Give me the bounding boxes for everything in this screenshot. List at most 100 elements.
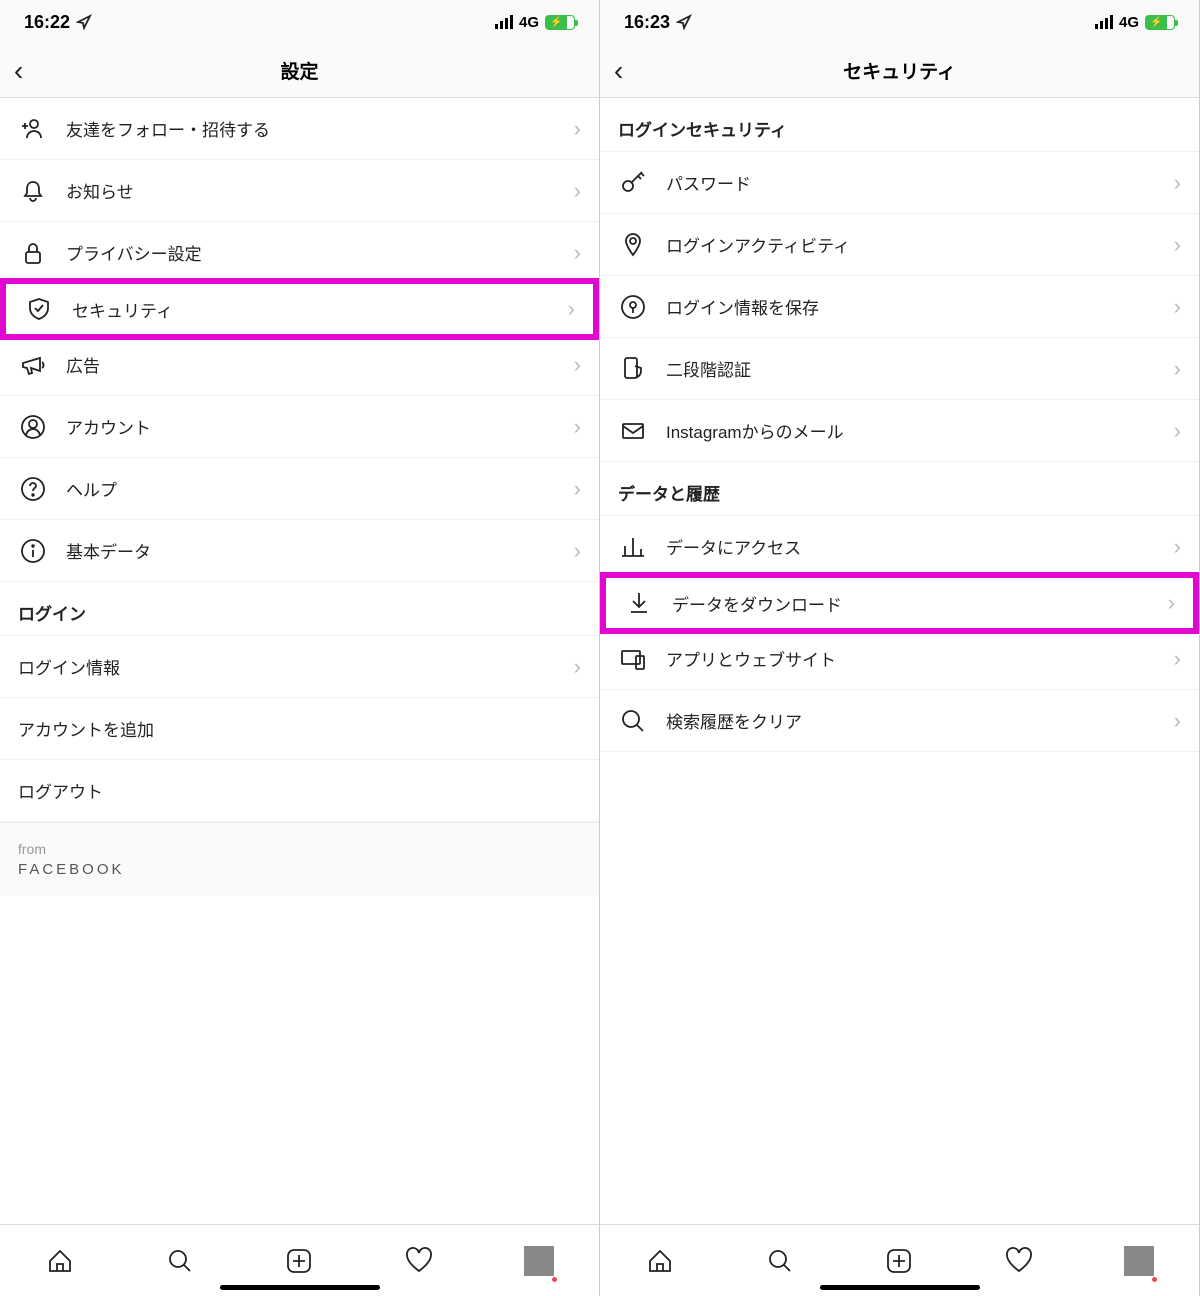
search-tab[interactable] <box>765 1246 795 1276</box>
apps-websites-row[interactable]: アプリとウェブサイト › <box>600 628 1199 690</box>
login-info-row[interactable]: ログイン情報 › <box>0 636 599 698</box>
back-button[interactable]: ‹ <box>14 55 23 87</box>
two-factor-row[interactable]: 二段階認証 › <box>600 338 1199 400</box>
mail-icon <box>618 416 648 446</box>
status-time: 16:22 <box>24 12 70 33</box>
ads-row[interactable]: 広告 › <box>0 334 599 396</box>
chevron-right-icon: › <box>574 538 581 564</box>
row-label: アカウントを追加 <box>18 716 581 741</box>
row-label: ログインアクティビティ <box>666 232 1174 257</box>
status-bar: 16:22 4G ⚡ <box>0 0 599 44</box>
phone-shield-icon <box>618 354 648 384</box>
home-indicator[interactable] <box>220 1285 380 1290</box>
row-label: お知らせ <box>66 178 574 203</box>
facebook-brand: FACEBOOK <box>18 861 581 878</box>
row-label: 検索履歴をクリア <box>666 708 1174 733</box>
from-facebook: from FACEBOOK <box>0 822 599 896</box>
password-row[interactable]: パスワード › <box>600 152 1199 214</box>
bars-icon <box>618 532 648 562</box>
login-security-header: ログインセキュリティ <box>600 98 1199 152</box>
chevron-right-icon: › <box>574 116 581 142</box>
info-icon <box>18 536 48 566</box>
page-title: 設定 <box>280 57 318 84</box>
from-label: from <box>18 841 581 857</box>
chevron-right-icon: › <box>1174 170 1181 196</box>
nav-header: ‹ 設定 <box>0 44 599 98</box>
chevron-right-icon: › <box>574 414 581 440</box>
download-icon <box>624 588 654 618</box>
row-label: Instagramからのメール <box>666 418 1174 443</box>
settings-list[interactable]: 友達をフォロー・招待する › お知らせ › プライバシー設定 › セキュリティ … <box>0 98 599 1224</box>
home-indicator[interactable] <box>820 1285 980 1290</box>
clear-search-row[interactable]: 検索履歴をクリア › <box>600 690 1199 752</box>
battery-icon: ⚡ <box>545 15 575 30</box>
row-label: データをダウンロード <box>672 591 1168 616</box>
security-screen: 16:23 4G ⚡ ‹ セキュリティ ログインセキュリティ パスワード › ロ… <box>600 0 1200 1296</box>
row-label: ヘルプ <box>66 476 574 501</box>
activity-tab[interactable] <box>1004 1246 1034 1276</box>
chevron-right-icon: › <box>568 296 575 322</box>
row-label: 広告 <box>66 352 574 377</box>
chevron-right-icon: › <box>1174 708 1181 734</box>
location-arrow-icon <box>676 14 692 30</box>
status-bar: 16:23 4G ⚡ <box>600 0 1199 44</box>
row-label: アプリとウェブサイト <box>666 646 1174 671</box>
access-data-row[interactable]: データにアクセス › <box>600 516 1199 578</box>
key-icon <box>618 168 648 198</box>
download-data-row[interactable]: データをダウンロード › <box>600 572 1199 634</box>
page-title: セキュリティ <box>843 57 956 84</box>
login-activity-row[interactable]: ログインアクティビティ › <box>600 214 1199 276</box>
network-label: 4G <box>519 14 539 31</box>
chevron-right-icon: › <box>574 476 581 502</box>
bell-icon <box>18 176 48 206</box>
home-tab[interactable] <box>645 1246 675 1276</box>
battery-icon: ⚡ <box>1145 15 1175 30</box>
chevron-right-icon: › <box>1174 356 1181 382</box>
chevron-right-icon: › <box>1174 646 1181 672</box>
home-tab[interactable] <box>45 1246 75 1276</box>
profile-tab[interactable] <box>524 1246 554 1276</box>
search-icon <box>618 706 648 736</box>
privacy-row[interactable]: プライバシー設定 › <box>0 222 599 284</box>
signal-icon <box>495 15 513 29</box>
row-label: ログイン情報を保存 <box>666 294 1174 319</box>
help-row[interactable]: ヘルプ › <box>0 458 599 520</box>
security-list[interactable]: ログインセキュリティ パスワード › ログインアクティビティ › ログイン情報を… <box>600 98 1199 1224</box>
chevron-right-icon: › <box>574 654 581 680</box>
status-time: 16:23 <box>624 12 670 33</box>
location-arrow-icon <box>76 14 92 30</box>
user-circle-icon <box>18 412 48 442</box>
security-row[interactable]: セキュリティ › <box>0 278 599 340</box>
chevron-right-icon: › <box>1168 590 1175 616</box>
chevron-right-icon: › <box>574 178 581 204</box>
add-account-row[interactable]: アカウントを追加 <box>0 698 599 760</box>
follow-invite-row[interactable]: 友達をフォロー・招待する › <box>0 98 599 160</box>
keyhole-icon <box>618 292 648 322</box>
emails-row[interactable]: Instagramからのメール › <box>600 400 1199 462</box>
logout-row[interactable]: ログアウト <box>0 760 599 822</box>
row-label: ログイン情報 <box>18 654 574 679</box>
row-label: 基本データ <box>66 538 574 563</box>
signal-icon <box>1095 15 1113 29</box>
row-label: パスワード <box>666 170 1174 195</box>
search-tab[interactable] <box>165 1246 195 1276</box>
help-icon <box>18 474 48 504</box>
about-row[interactable]: 基本データ › <box>0 520 599 582</box>
profile-tab[interactable] <box>1124 1246 1154 1276</box>
activity-tab[interactable] <box>404 1246 434 1276</box>
nav-header: ‹ セキュリティ <box>600 44 1199 98</box>
row-label: ログアウト <box>18 778 581 803</box>
row-label: 二段階認証 <box>666 356 1174 381</box>
saved-login-row[interactable]: ログイン情報を保存 › <box>600 276 1199 338</box>
account-row[interactable]: アカウント › <box>0 396 599 458</box>
megaphone-icon <box>18 350 48 380</box>
create-tab[interactable] <box>884 1246 914 1276</box>
add-person-icon <box>18 114 48 144</box>
devices-icon <box>618 644 648 674</box>
back-button[interactable]: ‹ <box>614 55 623 87</box>
notifications-row[interactable]: お知らせ › <box>0 160 599 222</box>
create-tab[interactable] <box>284 1246 314 1276</box>
row-label: セキュリティ <box>72 297 568 322</box>
pin-icon <box>618 230 648 260</box>
shield-check-icon <box>24 294 54 324</box>
